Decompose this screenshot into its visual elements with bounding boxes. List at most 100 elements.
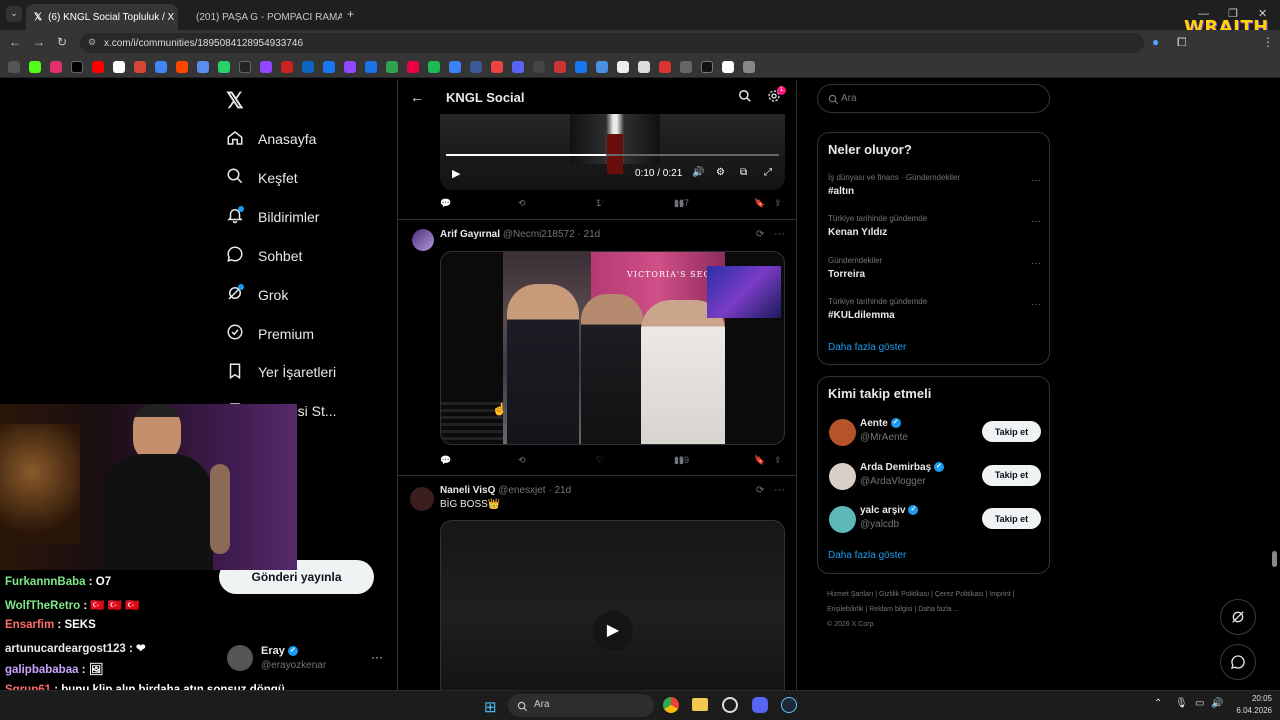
bookmark-news-icon[interactable] bbox=[281, 60, 293, 73]
follow-button[interactable]: Takip et bbox=[982, 421, 1041, 442]
back-arrow-icon[interactable]: ← bbox=[410, 89, 424, 105]
chrome-taskbar-icon[interactable] bbox=[663, 697, 679, 713]
bookmark-google-icon[interactable] bbox=[113, 60, 125, 73]
follow-show-more[interactable]: Daha fazla göster bbox=[828, 550, 906, 561]
share-icon[interactable]: ⇪ bbox=[774, 198, 782, 209]
bookmark-site-icon[interactable] bbox=[722, 60, 734, 73]
footer-link[interactable]: Daha fazla ... bbox=[918, 606, 959, 613]
bookmark-whatsapp-icon[interactable] bbox=[218, 60, 230, 73]
file-explorer-icon[interactable] bbox=[692, 698, 708, 711]
chrome-menu-icon[interactable]: ⋮ bbox=[1262, 35, 1274, 49]
bookmark-site-icon[interactable] bbox=[470, 60, 482, 73]
trend-item[interactable]: Gündemdekiler Torreira ··· bbox=[828, 256, 1041, 280]
footer-link[interactable]: Gizlilik Politikası bbox=[879, 591, 929, 598]
tray-chevron-icon[interactable]: ⌃ bbox=[1154, 698, 1162, 709]
taskbar-search[interactable]: Ara bbox=[508, 694, 654, 717]
volume-icon[interactable]: 🔊 bbox=[692, 167, 704, 178]
address-bar[interactable]: ⚙ x.com/i/communities/189508412895493374… bbox=[80, 33, 1144, 53]
tab-search-button[interactable]: ⌄ bbox=[6, 6, 22, 22]
bookmark-site-icon[interactable] bbox=[680, 60, 692, 73]
account-menu-icon[interactable]: ··· bbox=[371, 650, 383, 664]
suggestion-avatar[interactable] bbox=[829, 506, 856, 533]
bookmark-site-icon[interactable] bbox=[575, 60, 587, 73]
microphone-icon[interactable]: 🎙 bbox=[1175, 698, 1188, 709]
bookmark-tiktok-icon[interactable] bbox=[239, 60, 251, 73]
nav-item-2[interactable]: Keşfet bbox=[226, 163, 298, 193]
tab-x-community[interactable]: 𝕏 (6) KNGL Social Topluluk / X ✕ bbox=[26, 4, 178, 30]
account-name[interactable]: Eray ✓ bbox=[261, 645, 298, 657]
repost-icon[interactable]: ⟲ bbox=[518, 455, 526, 466]
extension-icon[interactable]: ● bbox=[1152, 35, 1159, 49]
nav-item-6[interactable]: Premium bbox=[226, 319, 314, 349]
trend-menu-icon[interactable]: ··· bbox=[1031, 216, 1041, 227]
author-name[interactable]: Naneli VisQ bbox=[440, 485, 495, 496]
grok-icon[interactable]: ⟳ bbox=[756, 229, 764, 240]
footer-link[interactable]: Hizmet Şartları bbox=[827, 591, 873, 598]
x-logo-icon[interactable]: 𝕏 bbox=[226, 88, 244, 114]
video-progress-track[interactable] bbox=[446, 154, 779, 156]
post-menu-icon[interactable]: ··· bbox=[774, 228, 785, 240]
video-player-1[interactable]: ▶ 0:10 / 0:21 🔊 ⚙ ⧉ ⤢ bbox=[440, 114, 785, 190]
bookmark-twitch-icon[interactable] bbox=[344, 60, 356, 73]
suggestion-avatar[interactable] bbox=[829, 462, 856, 490]
search-icon[interactable] bbox=[738, 89, 752, 108]
steam-icon[interactable] bbox=[781, 697, 797, 713]
trend-menu-icon[interactable]: ··· bbox=[1031, 175, 1041, 186]
footer-link[interactable]: Çerez Politikası bbox=[935, 591, 984, 598]
bookmark-icon[interactable]: 🔖 bbox=[754, 455, 765, 466]
clock-time[interactable]: 20:05 bbox=[1232, 694, 1272, 703]
fullscreen-icon[interactable]: ⤢ bbox=[764, 167, 772, 178]
new-tab-button[interactable]: + bbox=[347, 7, 354, 21]
bookmark-translate-icon[interactable] bbox=[197, 60, 209, 73]
footer-link[interactable]: Imprint bbox=[989, 591, 1010, 598]
trends-show-more[interactable]: Daha fazla göster bbox=[828, 342, 906, 353]
suggestion-name[interactable]: Aente ✓ bbox=[860, 418, 901, 429]
footer-link[interactable]: Reklam bilgisi bbox=[869, 606, 912, 613]
bookmark-gmail-icon[interactable] bbox=[134, 60, 146, 73]
author-avatar[interactable] bbox=[410, 487, 434, 511]
suggestion-name[interactable]: Arda Demirbaş ✓ bbox=[860, 462, 944, 473]
reply-icon[interactable]: 💬 bbox=[440, 198, 451, 209]
bookmark-youtube-icon[interactable] bbox=[92, 60, 104, 73]
forward-icon[interactable]: → bbox=[33, 35, 45, 49]
back-icon[interactable]: ← bbox=[9, 35, 21, 49]
site-info-icon[interactable]: ⚙ bbox=[88, 37, 96, 48]
suggestion-name[interactable]: yalc arşiv ✓ bbox=[860, 505, 919, 516]
tab-youtube[interactable]: (201) PAŞA G - POMPACI RAMA ✕ bbox=[182, 4, 342, 30]
bookmark-site-icon[interactable] bbox=[302, 60, 314, 73]
account-avatar[interactable] bbox=[227, 645, 253, 671]
bookmark-site-icon[interactable] bbox=[407, 60, 419, 73]
bookmark-site-icon[interactable] bbox=[617, 60, 629, 73]
bookmark-site-icon[interactable] bbox=[659, 60, 671, 73]
nav-item-7[interactable]: Yer İşaretleri bbox=[226, 357, 336, 387]
dock-video-icon[interactable]: ⧉ bbox=[740, 167, 747, 178]
video-player-2[interactable]: ▶ bbox=[440, 520, 785, 690]
bookmark-site-icon[interactable] bbox=[260, 60, 272, 73]
bookmark-site-icon[interactable] bbox=[638, 60, 650, 73]
follow-button[interactable]: Takip et bbox=[982, 508, 1041, 529]
bookmark-site-icon[interactable] bbox=[449, 60, 461, 73]
start-icon[interactable]: ⊞ bbox=[484, 698, 497, 716]
post-age[interactable]: · 21d bbox=[548, 485, 571, 496]
grok-float-button[interactable] bbox=[1220, 599, 1256, 635]
grok-icon[interactable]: ⟳ bbox=[756, 485, 764, 496]
trend-menu-icon[interactable]: ··· bbox=[1031, 299, 1041, 310]
play-button-icon[interactable]: ▶ bbox=[593, 611, 633, 651]
play-icon[interactable]: ▶ bbox=[452, 167, 460, 180]
nav-item-5[interactable]: Grok bbox=[226, 280, 288, 310]
author-handle[interactable]: @Necmi218572 bbox=[503, 229, 575, 240]
reply-icon[interactable]: 💬 bbox=[440, 455, 451, 466]
share-icon[interactable]: ⇪ bbox=[774, 455, 782, 466]
trend-menu-icon[interactable]: ··· bbox=[1031, 258, 1041, 269]
bookmark-site-icon[interactable] bbox=[386, 60, 398, 73]
author-name[interactable]: Arif Gayırnal bbox=[440, 229, 500, 240]
author-avatar[interactable] bbox=[412, 229, 434, 251]
trend-item[interactable]: Türkiye tarihinde gündemde Kenan Yıldız ··… bbox=[828, 214, 1041, 238]
page-scrollbar-thumb[interactable] bbox=[1272, 551, 1277, 567]
apps-grid-icon[interactable] bbox=[8, 60, 20, 73]
obs-icon[interactable] bbox=[722, 697, 738, 713]
display-icon[interactable]: ▭ bbox=[1195, 698, 1204, 709]
follow-button[interactable]: Takip et bbox=[982, 464, 1041, 486]
like-icon[interactable]: ♡ bbox=[596, 455, 604, 466]
trend-item[interactable]: Türkiye tarihinde gündemde #KULdilemma ··· bbox=[828, 297, 1041, 321]
